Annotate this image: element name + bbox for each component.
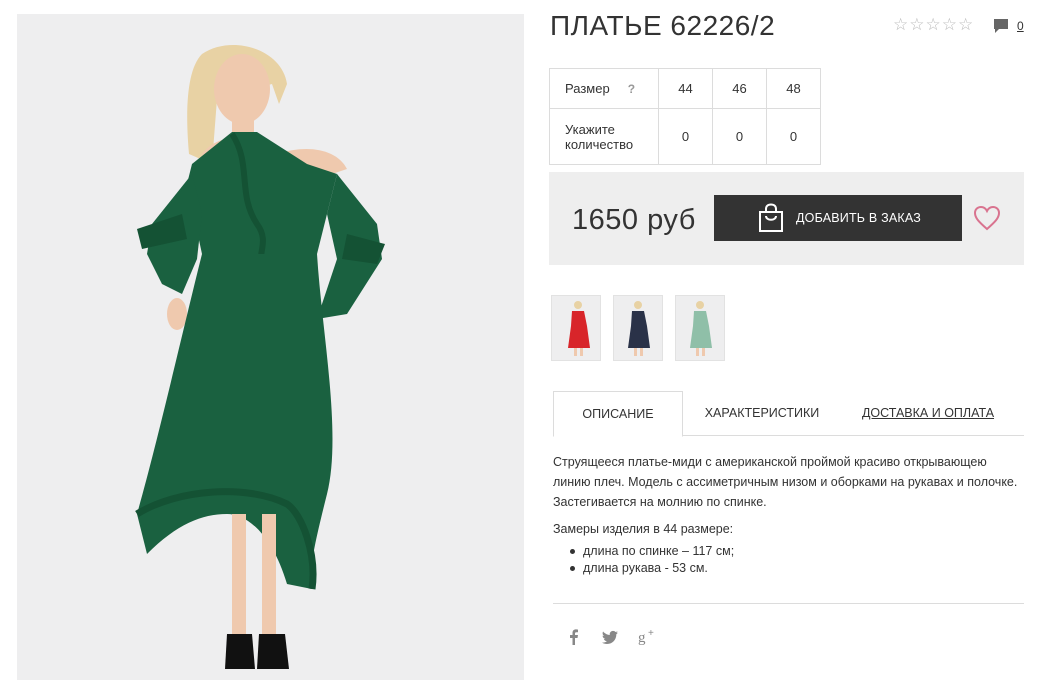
star-icon[interactable]: ☆ [926,16,941,33]
google-plus-icon[interactable]: g + [638,627,658,647]
list-item: длина по спинке – 117 см; [570,543,734,560]
quantity-row-label: Укажите количество [549,108,659,165]
star-icon[interactable]: ☆ [909,16,924,33]
measures-title: Замеры изделия в 44 размере: [553,522,734,536]
quantity-input[interactable]: 0 [712,108,767,165]
divider [553,603,1024,604]
size-option[interactable]: 44 [658,68,713,109]
product-main-photo[interactable] [17,14,524,680]
color-variant-thumbnail[interactable] [551,295,601,361]
star-icon[interactable]: ☆ [942,16,957,33]
rating-stars[interactable]: ☆ ☆ ☆ ☆ ☆ [893,16,973,33]
comments-count-link[interactable]: 0 [1017,19,1024,33]
star-icon[interactable]: ☆ [893,16,908,33]
comment-icon[interactable] [993,18,1009,34]
size-quantity-table: Размер? 44 46 48 Укажите количество 0 0 … [549,68,821,165]
red-dress-thumbnail-image [568,301,590,356]
size-option[interactable]: 48 [766,68,821,109]
svg-text:+: + [648,628,654,639]
product-title: ПЛАТЬЕ 62226/2 [550,10,776,41]
shopping-bag-icon [759,203,783,232]
quantity-input[interactable]: 0 [766,108,821,165]
dress-model-illustration [135,45,385,669]
add-to-order-label: ДОБАВИТЬ В ЗАКАЗ [796,211,922,225]
size-help-icon[interactable]: ? [628,82,635,96]
tab-delivery-payment[interactable]: ДОСТАВКА И ОПЛАТА [861,391,995,436]
product-price: 1650 руб [572,204,696,236]
product-description: Струящееся платье-миди с американской пр… [553,455,1018,509]
price-panel: 1650 руб ДОБАВИТЬ В ЗАКАЗ [549,172,1024,265]
quantity-input[interactable]: 0 [658,108,713,165]
twitter-icon[interactable] [601,627,619,647]
add-to-order-button[interactable]: ДОБАВИТЬ В ЗАКАЗ [714,195,962,241]
size-row-label: Размер? [549,68,659,109]
product-info-tabs: ОПИСАНИЕ ХАРАКТЕРИСТИКИ ДОСТАВКА И ОПЛАТ… [553,391,1024,437]
color-variant-thumbnail[interactable] [613,295,663,361]
color-variant-thumbnail[interactable] [675,295,725,361]
tab-characteristics[interactable]: ХАРАКТЕРИСТИКИ [701,391,823,436]
measures-list: длина по спинке – 117 см; длина рукава -… [570,543,734,577]
navy-dress-thumbnail-image [628,301,650,356]
wishlist-heart-icon[interactable] [973,205,1001,231]
facebook-icon[interactable] [565,627,583,647]
svg-text:g: g [638,630,646,646]
star-icon[interactable]: ☆ [958,16,973,33]
mint-dress-thumbnail-image [690,301,712,356]
size-option[interactable]: 46 [712,68,767,109]
tab-description[interactable]: ОПИСАНИЕ [553,391,683,437]
list-item: длина рукава - 53 см. [570,560,734,577]
